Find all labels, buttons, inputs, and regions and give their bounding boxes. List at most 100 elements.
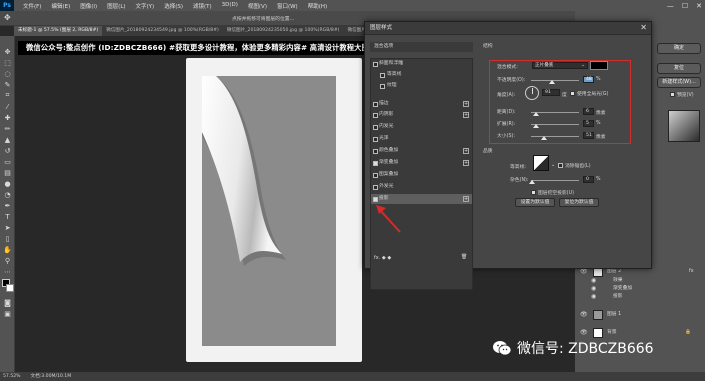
menu-bar: Ps 文件(F) 编辑(E) 图像(I) 图层(L) 文字(Y) 选择(S) 滤… [0,0,705,11]
reset-button[interactable]: 复位 [657,63,701,74]
screen-mode-icon[interactable]: ▣ [0,308,15,319]
marquee-icon[interactable]: ⬚ [0,57,15,68]
wechat-watermark: 微信号: ZDBCZB666 [492,336,692,360]
move-tool-icon[interactable]: ✥ [4,13,11,22]
tab-document-3[interactable]: 微信图片_20180924235050.jpg @ 100%(RGB/8#) [223,26,344,36]
new-style-button[interactable]: 新建样式(W)... [657,77,701,88]
style-item-outer-glow[interactable]: 外发光 [371,182,472,192]
trash-icon[interactable]: 🗑 [461,254,467,260]
menu-image[interactable]: 图像(I) [75,2,102,10]
quick-mask-icon[interactable]: ◙ [0,297,15,308]
blur-icon[interactable]: ● [0,178,15,189]
style-item-gradient-overlay[interactable]: 渐变叠加 + [371,158,472,168]
style-label: 描边 [379,101,389,106]
style-item-inner-shadow[interactable]: 内阴影 + [371,110,472,120]
minimize-button[interactable]: — [667,2,674,10]
pen-icon[interactable]: ✒ [0,200,15,211]
menu-view[interactable]: 视图(V) [243,2,272,10]
contour-picker[interactable] [533,155,549,171]
checkbox-checked[interactable] [373,161,378,166]
noise-field[interactable]: 0 [583,176,594,183]
eye-icon[interactable]: 👁 [580,309,588,321]
checkbox[interactable] [373,185,378,190]
checkbox[interactable] [380,73,385,78]
document-canvas[interactable] [186,58,362,362]
eyedropper-icon[interactable]: ⁄ [0,101,15,112]
noise-slider[interactable] [531,180,579,181]
quick-select-icon[interactable]: ✎ [0,79,15,90]
checkbox[interactable] [373,125,378,130]
style-item-pattern-overlay[interactable]: 图案叠加 [371,170,472,180]
add-icon[interactable]: + [463,160,469,166]
reset-default-button[interactable]: 复位为默认值 [559,198,599,207]
preview-checkbox[interactable] [670,92,675,97]
style-label: 图案叠加 [379,172,399,177]
type-icon[interactable]: T [0,211,15,222]
style-item-color-overlay[interactable]: 颜色叠加 + [371,146,472,156]
menu-select[interactable]: 选择(S) [159,2,188,10]
checkbox[interactable] [373,113,378,118]
knockout-label: 图层挖空投影(U) [538,191,575,196]
menu-type[interactable]: 文字(Y) [131,2,160,10]
style-item-stroke[interactable]: 描边 + [371,99,472,109]
more-tools-icon[interactable]: ⋯ [0,266,15,277]
checkbox[interactable] [380,84,385,89]
menu-window[interactable]: 窗口(W) [272,2,303,10]
style-item-contour[interactable]: 等高线 [371,70,472,80]
shape-icon[interactable]: ▯ [0,233,15,244]
path-select-icon[interactable]: ➤ [0,222,15,233]
brush-icon[interactable]: ✏ [0,123,15,134]
checkbox[interactable] [373,62,378,67]
menu-edit[interactable]: 编辑(E) [46,2,75,10]
eraser-icon[interactable]: ▭ [0,156,15,167]
layer-row-layer1[interactable]: 👁 图层 1 [577,309,705,321]
tab-document-2[interactable]: 微信图片_20180924234549.jpg @ 100%(RGB/8#) [102,26,223,36]
clone-stamp-icon[interactable]: ▲ [0,134,15,145]
background-color-swatch[interactable] [6,284,14,292]
styles-header[interactable]: 混合选项 [370,42,473,52]
add-icon[interactable]: + [463,101,469,107]
tab-document-1[interactable]: 未标题-1 @ 57.5% (图层 2, RGB/8#) [14,26,103,36]
style-item-satin[interactable]: 光泽 [371,134,472,144]
menu-file[interactable]: 文件(F) [18,2,46,10]
fx-footer[interactable]: fx. ◆ ◆ [374,255,391,261]
style-item-inner-glow[interactable]: 内发光 [371,122,472,132]
style-item-bevel[interactable]: 斜面和浮雕 [371,59,472,69]
lasso-icon[interactable]: ◌ [0,68,15,79]
style-label: 渐变叠加 [379,160,399,165]
menu-filter[interactable]: 滤镜(T) [188,2,217,10]
eye-icon[interactable]: ◉ [591,291,596,303]
chevron-down-icon[interactable]: ⌄ [551,162,555,168]
move-icon[interactable]: ✥ [0,46,15,57]
healing-brush-icon[interactable]: ✚ [0,112,15,123]
history-brush-icon[interactable]: ↺ [0,145,15,156]
crop-icon[interactable]: ⌗ [0,90,15,101]
zoom-level[interactable]: 57.52% [3,372,21,381]
noise-slider-handle[interactable] [529,180,535,184]
close-icon[interactable]: ✕ [640,23,647,32]
menu-layer[interactable]: 图层(L) [102,2,130,10]
color-swatches[interactable] [0,277,14,297]
layer-effect-shadow-row[interactable]: ◉ 投影 [577,291,705,303]
gradient-icon[interactable]: ▤ [0,167,15,178]
add-icon[interactable]: + [463,196,469,202]
knockout-checkbox[interactable] [531,190,536,195]
styles-list: 斜面和浮雕 等高线 纹理 描边 + 内阴影 + 内发光 光泽 颜色叠加 + 渐变叠加 +… [370,58,473,290]
maximize-button[interactable]: ☐ [682,2,688,10]
add-icon[interactable]: + [463,112,469,118]
antialias-checkbox[interactable] [558,163,563,168]
style-item-texture[interactable]: 纹理 [371,81,472,91]
zoom-icon[interactable]: ⚲ [0,255,15,266]
checkbox[interactable] [373,149,378,154]
make-default-button[interactable]: 设置为默认值 [515,198,555,207]
checkbox[interactable] [373,137,378,142]
hand-icon[interactable]: ✋ [0,244,15,255]
close-button[interactable]: ✕ [696,2,702,10]
ok-button[interactable]: 确定 [657,43,701,54]
checkbox[interactable] [373,173,378,178]
menu-3d[interactable]: 3D(D) [217,2,243,10]
menu-help[interactable]: 帮助(H) [303,2,332,10]
checkbox[interactable] [373,102,378,107]
add-icon[interactable]: + [463,148,469,154]
dodge-icon[interactable]: ◔ [0,189,15,200]
